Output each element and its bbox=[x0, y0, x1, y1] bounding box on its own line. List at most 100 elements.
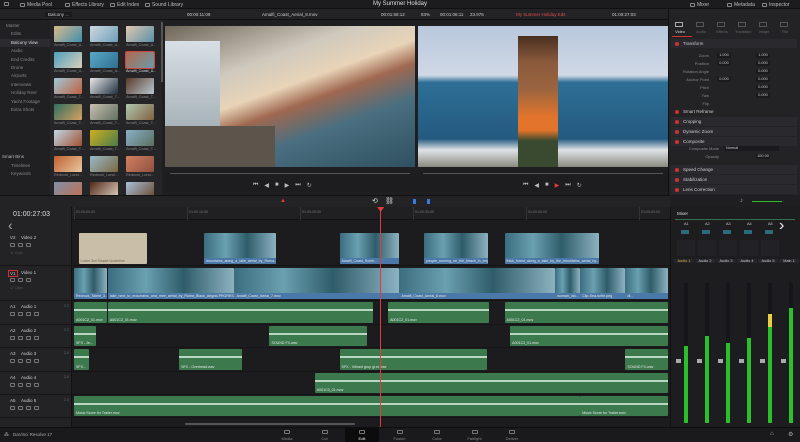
zoom-level[interactable]: 83% bbox=[421, 12, 430, 17]
mixer-input-button[interactable] bbox=[765, 230, 773, 234]
selection-tool-icon[interactable]: ▲ bbox=[280, 198, 286, 204]
param-x-value[interactable]: 0.000 bbox=[717, 61, 731, 66]
media-thumbnail[interactable] bbox=[126, 26, 154, 42]
auto-select-icon[interactable] bbox=[18, 359, 23, 363]
param-x-value[interactable]: 1.000 bbox=[717, 53, 731, 58]
video-toggle-icon[interactable] bbox=[26, 278, 31, 282]
param-y-value[interactable]: 0.000 bbox=[756, 69, 770, 74]
mute-icon[interactable] bbox=[26, 336, 31, 340]
link-icon[interactable]: ⛓ bbox=[385, 197, 394, 205]
param-y-value[interactable]: 0.000 bbox=[756, 77, 770, 82]
fader-handle[interactable] bbox=[739, 359, 744, 363]
media-thumbnail[interactable] bbox=[126, 104, 154, 120]
enable-toggle-icon[interactable] bbox=[675, 177, 679, 182]
bin-item[interactable]: Edits bbox=[0, 30, 50, 38]
inspector-tab-transition[interactable]: Transition bbox=[735, 30, 752, 34]
media-scrollbar[interactable] bbox=[161, 22, 163, 82]
param-y-value[interactable]: 0.000 bbox=[756, 85, 770, 90]
audio-icon[interactable]: ♪ bbox=[740, 198, 743, 204]
media-thumbnail[interactable] bbox=[90, 156, 118, 172]
program-scrubber[interactable] bbox=[423, 173, 663, 174]
inspector-tab-icon[interactable] bbox=[675, 22, 683, 27]
solo-icon[interactable] bbox=[34, 336, 39, 340]
inspector-section[interactable]: Cropping bbox=[671, 117, 797, 126]
source-scrubber[interactable] bbox=[170, 173, 410, 174]
mixer-input-button[interactable] bbox=[681, 230, 689, 234]
eq-slot[interactable] bbox=[761, 240, 779, 256]
media-thumbnail[interactable] bbox=[54, 52, 82, 68]
marker-icon[interactable] bbox=[427, 199, 430, 204]
inspector-section[interactable]: Smart Reframe bbox=[671, 107, 797, 116]
mute-icon[interactable] bbox=[26, 359, 31, 363]
solo-icon[interactable] bbox=[34, 383, 39, 387]
mute-icon[interactable] bbox=[26, 383, 31, 387]
media-thumbnail[interactable] bbox=[90, 130, 118, 146]
track-lane-a5[interactable]: Music Score for Trailer.mov Music Score f… bbox=[72, 395, 670, 418]
smart-bin-item[interactable]: Timelines bbox=[0, 162, 50, 170]
fader-handle[interactable] bbox=[718, 359, 723, 363]
bin-select[interactable]: Balcony ... bbox=[45, 12, 73, 17]
chevron-right-icon[interactable]: › bbox=[779, 217, 784, 235]
audio-clip[interactable]: A001C3_01.mov bbox=[510, 326, 668, 346]
audio-clip[interactable]: A001C2_01.mov bbox=[74, 302, 108, 323]
source-viewer[interactable] bbox=[165, 26, 415, 167]
enable-toggle-icon[interactable] bbox=[675, 187, 679, 192]
param-y-value[interactable]: 0.000 bbox=[756, 93, 770, 98]
chevron-left-icon[interactable]: ‹ bbox=[8, 217, 13, 233]
video-clip[interactable]: people_running_on_the_beach_in_brig... bbox=[424, 233, 489, 264]
audio-clip[interactable]: SOUND FX.wav bbox=[269, 326, 368, 346]
lock-icon[interactable] bbox=[10, 336, 15, 340]
mixer-input-button[interactable] bbox=[702, 230, 710, 234]
solo-icon[interactable] bbox=[34, 406, 39, 410]
opacity-value[interactable]: 100.00 bbox=[756, 154, 770, 159]
bin-item[interactable]: Holiday Reel bbox=[0, 89, 50, 97]
workspace-menu-icon[interactable] bbox=[4, 2, 9, 6]
solo-icon[interactable] bbox=[34, 312, 39, 316]
eq-slot[interactable] bbox=[740, 240, 758, 256]
page-color[interactable]: Color bbox=[420, 428, 454, 442]
step-back-icon[interactable]: ◀ bbox=[534, 182, 539, 189]
media-thumbnail[interactable] bbox=[90, 78, 118, 94]
bin-item[interactable]: Balcony View bbox=[0, 38, 50, 47]
page-fusion[interactable]: Fusion bbox=[383, 428, 417, 442]
video-clip[interactable]: Amalfi_Coast_Aerial_8.mov bbox=[399, 268, 555, 299]
auto-select-icon[interactable] bbox=[18, 278, 23, 282]
inspector-tab-icon[interactable] bbox=[696, 22, 704, 27]
bin-item[interactable]: Airports bbox=[0, 72, 50, 80]
video-clip[interactable]: Clip-Sea-turtle.png bbox=[580, 268, 625, 299]
skip-start-icon[interactable]: ⏮ bbox=[523, 182, 528, 189]
track-lane-v1[interactable]: Redrock_Talent_3... lake_next_to_mountain… bbox=[72, 267, 670, 301]
media-thumbnail[interactable] bbox=[54, 104, 82, 120]
program-viewer[interactable] bbox=[418, 26, 668, 167]
fader-handle[interactable] bbox=[676, 359, 681, 363]
inspector-tab-file[interactable]: File bbox=[777, 30, 793, 34]
param-y-value[interactable]: 0.000 bbox=[756, 61, 770, 66]
video-clip[interactable]: thick_forest_along_a_lake_by_the_mountai… bbox=[504, 233, 599, 264]
play-icon[interactable]: ▶ bbox=[285, 182, 290, 189]
inspector-section[interactable]: Stabilization bbox=[671, 175, 797, 184]
flag-icon[interactable] bbox=[413, 199, 416, 204]
stop-icon[interactable]: ■ bbox=[545, 182, 549, 189]
track-lane-a1[interactable]: A001C2_01.mov A001C2_01.mov A001C2_01.mov A… bbox=[72, 301, 670, 325]
media-thumbnail[interactable] bbox=[54, 156, 82, 172]
media-thumbnail[interactable] bbox=[126, 156, 154, 172]
media-thumbnail[interactable] bbox=[54, 78, 82, 94]
track-lane-v2[interactable]: Lower 3rd Simple Underline mountains_alon… bbox=[72, 232, 670, 266]
media-thumbnail[interactable] bbox=[90, 26, 118, 42]
bin-item[interactable]: Extra Shots bbox=[0, 106, 50, 114]
video-clip[interactable]: Lower 3rd Simple Underline bbox=[78, 233, 147, 264]
inspector-tab-video[interactable]: Video bbox=[672, 30, 688, 34]
tab-inspector[interactable]: Inspector bbox=[762, 2, 790, 8]
lock-icon[interactable] bbox=[10, 278, 15, 282]
enable-toggle-icon[interactable] bbox=[675, 119, 679, 124]
source-clip-name[interactable]: Amalfi_Coast_Aerial_8.mov bbox=[262, 12, 318, 17]
stop-icon[interactable]: ■ bbox=[275, 182, 279, 189]
skip-end-icon[interactable]: ⏭ bbox=[565, 182, 570, 189]
bin-item[interactable]: End Credits bbox=[0, 56, 50, 64]
bin-item[interactable]: Yacht Footage bbox=[0, 98, 50, 106]
skip-end-icon[interactable]: ⏭ bbox=[295, 182, 300, 189]
skip-start-icon[interactable]: ⏮ bbox=[253, 182, 258, 189]
auto-select-icon[interactable] bbox=[18, 406, 23, 410]
inspector-tab-audio[interactable]: Audio bbox=[693, 30, 709, 34]
audio-clip[interactable]: Music Score for Trailer.mov bbox=[580, 396, 668, 416]
